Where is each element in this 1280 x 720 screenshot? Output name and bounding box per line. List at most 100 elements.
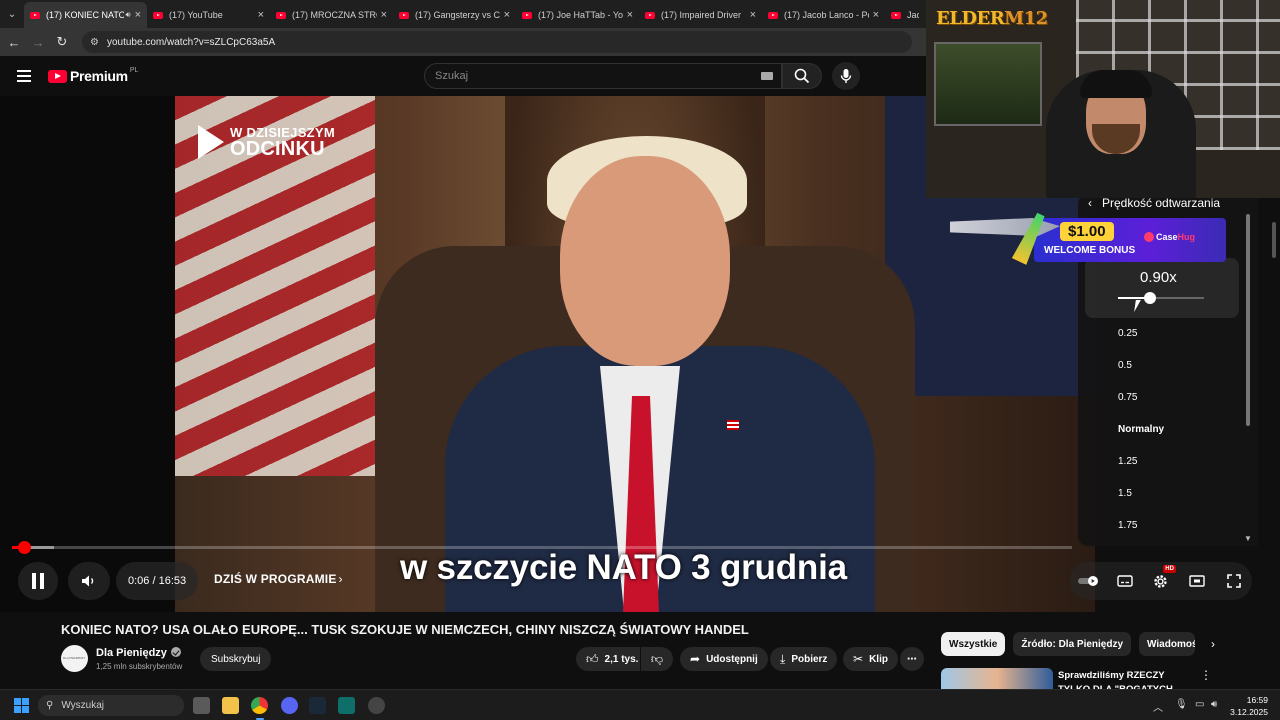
voice-search-button[interactable] xyxy=(832,62,860,90)
close-tab-icon[interactable]: × xyxy=(381,9,387,21)
settings-button[interactable]: HD xyxy=(1149,565,1176,593)
youtube-favicon-icon xyxy=(276,11,286,19)
share-label: Udostępnij xyxy=(706,653,758,665)
volume-button[interactable] xyxy=(68,562,110,600)
channel-name[interactable]: Dla Pieniędzy xyxy=(96,647,181,659)
taskbar-clock[interactable]: 16:59 3.12.2025 xyxy=(1226,694,1268,718)
search-icon: ⚲ xyxy=(46,700,54,711)
browser-tab[interactable]: Jaco xyxy=(885,2,925,28)
tab-title: (17) YouTube xyxy=(169,10,223,20)
region-label: PL xyxy=(129,66,139,74)
reload-icon[interactable]: ↻ xyxy=(50,34,74,50)
microphone-tray-icon[interactable]: 🎙︎ xyxy=(1175,699,1188,710)
thumbs-up-icon: 👍︎ xyxy=(586,651,599,666)
site-info-icon[interactable]: ⚙ xyxy=(90,37,99,48)
subscribe-button[interactable]: Subskrybuj xyxy=(200,647,272,671)
task-view-icon[interactable] xyxy=(193,697,210,714)
youtube-favicon-icon xyxy=(645,11,655,19)
autoplay-toggle[interactable] xyxy=(1076,569,1100,593)
tray-chevron-icon[interactable]: ︿ xyxy=(1153,699,1163,714)
page-scrollbar[interactable] xyxy=(1272,222,1276,258)
episode-badge-line2: ODCINKU xyxy=(230,137,325,160)
chip-source[interactable]: Źródło: Dla Pieniędzy xyxy=(1013,632,1132,656)
tab-audio-icon[interactable]: 🔊︎ xyxy=(126,10,131,20)
search-button[interactable] xyxy=(782,63,822,89)
speed-slider-thumb[interactable] xyxy=(1143,292,1156,304)
speed-option[interactable]: 0.75 xyxy=(1118,392,1137,403)
menu-icon[interactable] xyxy=(17,70,31,82)
related-video-title[interactable]: Sprawdziliśmy RZECZY TYLKO DLA "BOGATYCH… xyxy=(1058,669,1198,690)
chevron-right-icon[interactable]: › xyxy=(1211,637,1215,651)
speed-option[interactable]: 1.25 xyxy=(1118,456,1137,467)
speed-option[interactable]: Normalny xyxy=(1118,424,1164,435)
scroll-down-arrow-icon[interactable]: ▼ xyxy=(1244,534,1252,543)
browser-tab[interactable]: (17) Gangsterzy vs Ch × xyxy=(393,2,516,28)
close-tab-icon[interactable]: × xyxy=(750,9,756,21)
back-arrow-icon[interactable]: ← xyxy=(2,35,26,50)
speed-option[interactable]: 1.5 xyxy=(1118,488,1132,499)
subscribe-label: Subskrybuj xyxy=(211,653,261,665)
close-tab-icon[interactable]: × xyxy=(258,9,264,21)
taskbar-search[interactable]: ⚲ Wyszukaj xyxy=(38,695,184,716)
miniplayer-button[interactable] xyxy=(1185,569,1209,593)
close-tab-icon[interactable]: × xyxy=(135,9,141,21)
file-explorer-icon[interactable] xyxy=(222,697,239,714)
dislike-button[interactable]: 👎︎ xyxy=(641,647,673,671)
browser-tab[interactable]: (17) KONIEC NATO 🔊︎ × xyxy=(24,2,147,28)
share-button[interactable]: ➦ Udostępnij xyxy=(680,647,768,671)
volume-icon xyxy=(82,575,94,587)
channel-avatar[interactable] xyxy=(61,645,88,672)
browser-tab[interactable]: (17) Joe HaTTab - You × xyxy=(516,2,639,28)
chrome-icon[interactable] xyxy=(251,697,268,714)
keyboard-icon[interactable] xyxy=(761,72,773,80)
stream-ad-banner: $1.00 WELCOME BONUS CaseHug xyxy=(950,214,1226,262)
steam-icon[interactable] xyxy=(309,697,326,714)
address-bar[interactable]: ⚙ youtube.com/watch?v=sZLCpC63a5A xyxy=(82,31,912,53)
discord-icon[interactable] xyxy=(281,697,298,714)
clip-button[interactable]: ✂ Klip xyxy=(843,647,898,671)
windows-taskbar: ⚲ Wyszukaj ︿ 🎙︎ ▭ 🔊︎ 16:59 3.12.2025 xyxy=(0,689,1280,720)
stream-logo-a: ELDER xyxy=(936,8,1005,29)
chip-all[interactable]: Wszystkie xyxy=(941,632,1006,656)
close-tab-icon[interactable]: × xyxy=(504,9,510,21)
youtube-logo[interactable]: Premium PL xyxy=(48,66,139,84)
browser-tab[interactable]: (17) Jacob Lanco - Po × xyxy=(762,2,885,28)
episode-badge-line1: W DZISIEJSZYM xyxy=(230,124,336,140)
browser-tab[interactable]: (17) MROCZNA STRO × xyxy=(270,2,393,28)
browser-tab[interactable]: (17) Impaired Driver × xyxy=(639,2,762,28)
more-vertical-icon[interactable]: ⋮ xyxy=(1200,668,1212,682)
close-tab-icon[interactable]: × xyxy=(627,9,633,21)
chip-news[interactable]: Wiadomości xyxy=(1139,632,1196,656)
more-actions-button[interactable]: ⋯ xyxy=(900,647,924,671)
stream-logo-b: M12 xyxy=(1004,8,1048,29)
related-video-thumbnail[interactable] xyxy=(941,668,1053,690)
forward-arrow-icon[interactable]: → xyxy=(26,35,50,50)
close-tab-icon[interactable]: × xyxy=(873,9,879,21)
terminal-icon[interactable] xyxy=(338,697,355,714)
download-button[interactable]: ⤓ Pobierz xyxy=(770,647,838,671)
speed-menu-scrollbar[interactable] xyxy=(1246,214,1250,426)
fullscreen-button[interactable] xyxy=(1222,569,1246,593)
browser-tab[interactable]: (17) YouTube × xyxy=(147,2,270,28)
speed-option[interactable]: 0.25 xyxy=(1118,328,1137,339)
speed-menu-header[interactable]: ‹ Prędkość odtwarzania xyxy=(1088,196,1220,210)
like-button[interactable]: 👍︎ 2,1 tys. xyxy=(576,647,640,671)
stream-logo: ELDERM12 xyxy=(936,8,1048,29)
youtube-favicon-icon xyxy=(522,11,532,19)
play-triangle-icon xyxy=(198,125,224,159)
back-chevron-icon[interactable]: ‹ xyxy=(1088,196,1092,210)
search-input[interactable]: Szukaj xyxy=(424,63,782,89)
tab-search-chevron-icon[interactable]: ⌄ xyxy=(0,0,24,28)
chapter-title[interactable]: DZIŚ W PROGRAMIE › xyxy=(214,572,343,586)
obs-icon[interactable] xyxy=(368,697,385,714)
network-icon[interactable]: ▭ xyxy=(1195,699,1204,710)
seek-bar[interactable] xyxy=(12,541,1072,554)
volume-tray-icon[interactable]: 🔊︎ xyxy=(1211,699,1217,710)
logo-text: Premium xyxy=(70,68,128,84)
captions-button[interactable] xyxy=(1113,569,1137,593)
pause-button[interactable] xyxy=(18,562,58,600)
speed-option[interactable]: 1.75 xyxy=(1118,520,1137,531)
windows-start-icon[interactable] xyxy=(14,698,29,713)
speed-option[interactable]: 0.5 xyxy=(1118,360,1132,371)
seek-thumb[interactable] xyxy=(18,541,31,554)
